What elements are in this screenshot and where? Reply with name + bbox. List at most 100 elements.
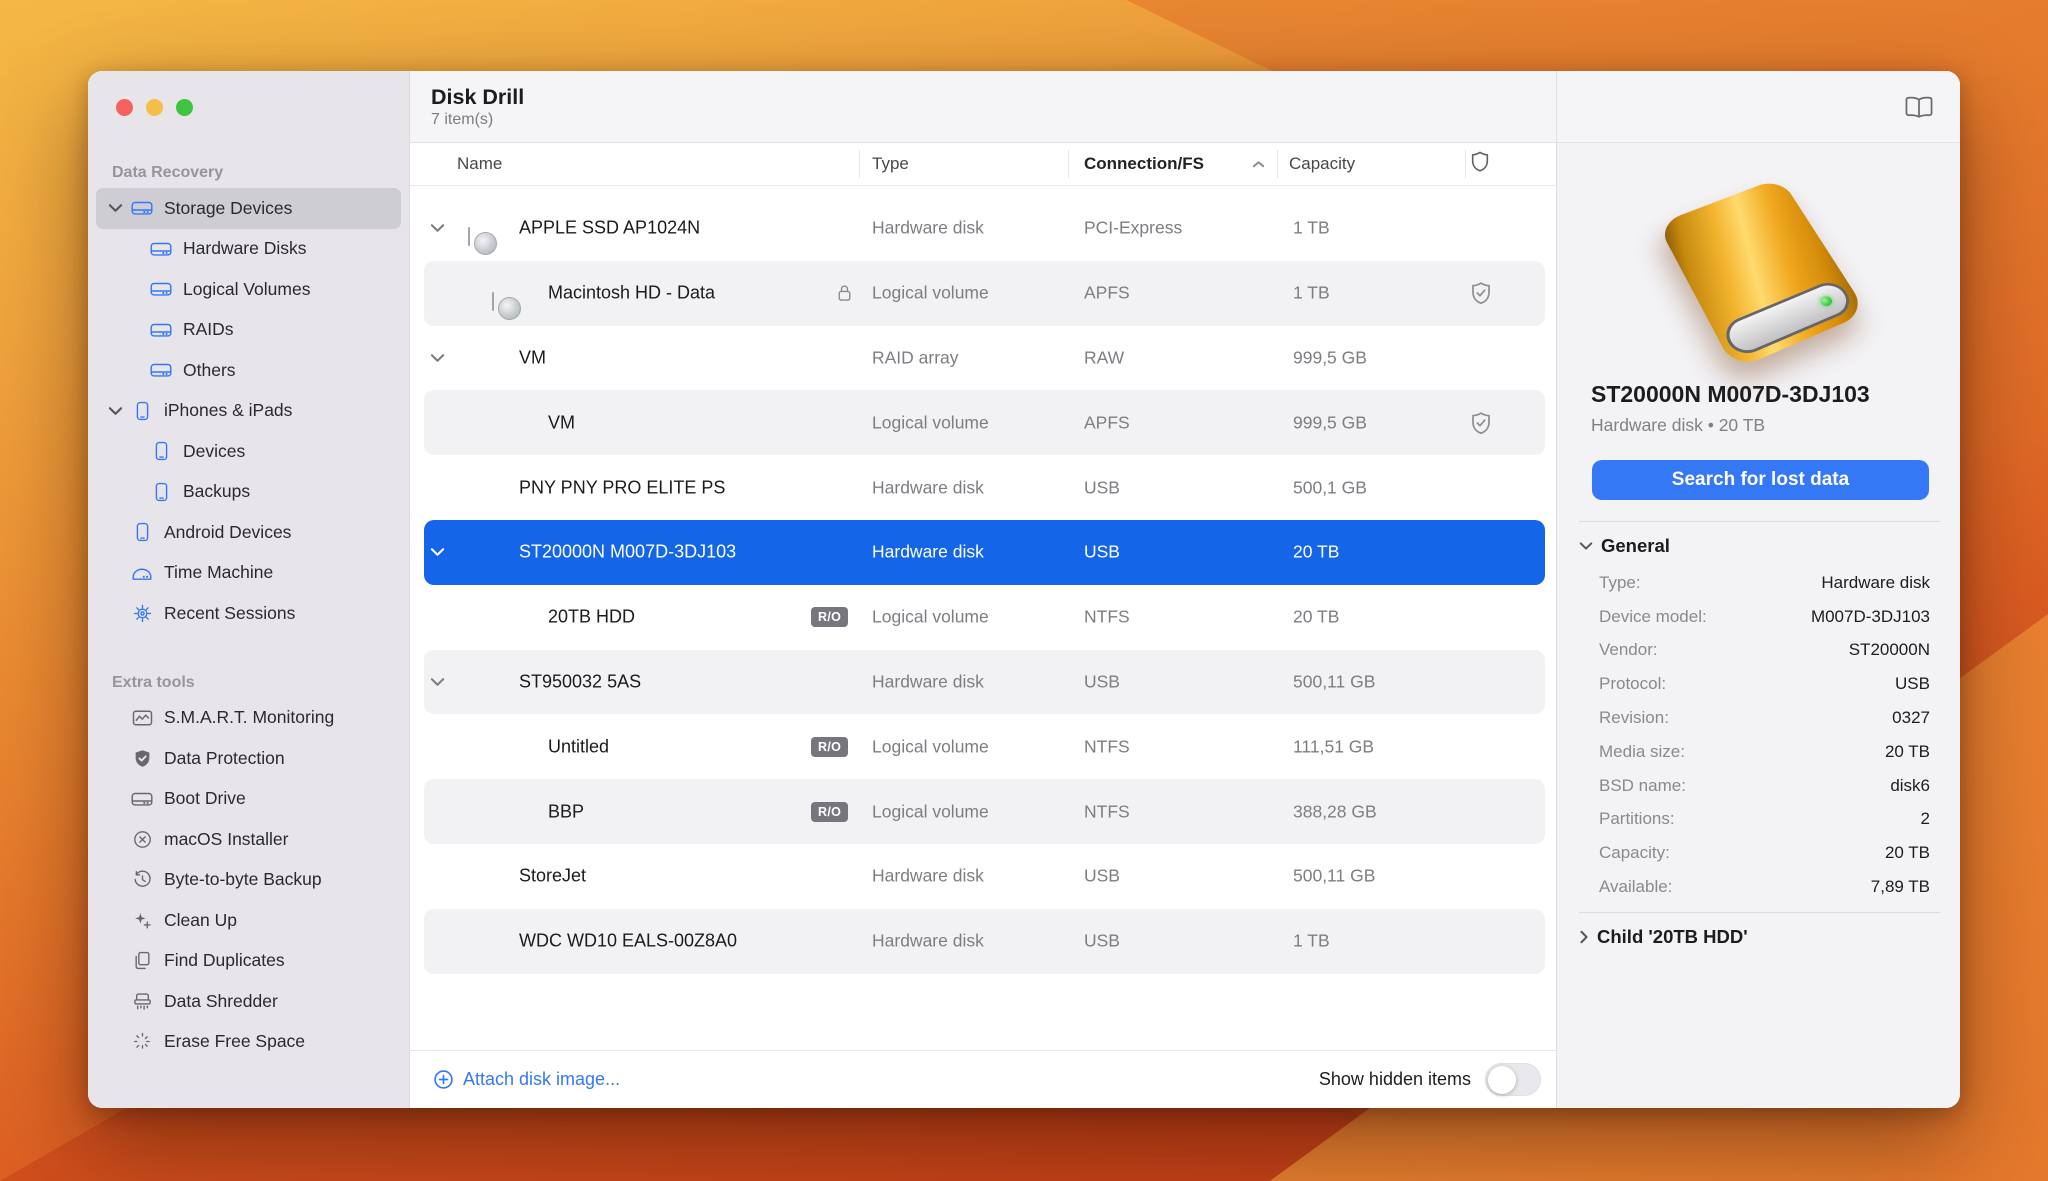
disclosure-chevron-down-icon[interactable]	[430, 547, 445, 557]
device-details: Type: Hardware disk Device model: M007D-3DJ…	[1557, 566, 1960, 904]
knowledge-base-book-icon[interactable]	[1904, 95, 1934, 118]
drive-icon	[130, 199, 154, 217]
table-row-pny-pny-pro-elite-ps[interactable]: PNY PNY PRO ELITE PS Hardware disk USB 500,…	[410, 455, 1556, 520]
sidebar-item-android-devices[interactable]: Android Devices	[96, 512, 401, 553]
sidebar-item-storage-devices[interactable]: Storage Devices	[96, 188, 401, 229]
device-type: Hardware disk	[872, 671, 984, 692]
page-title: Disk Drill	[431, 84, 525, 109]
attach-disk-image-link[interactable]: Attach disk image...	[433, 1069, 620, 1090]
sidebar-item-find-duplicates[interactable]: Find Duplicates	[96, 941, 401, 982]
device-connection: USB	[1084, 930, 1120, 951]
sidebar-item-label: Time Machine	[164, 562, 274, 583]
device-capacity: 500,11 GB	[1293, 671, 1376, 692]
read-only-badge: R/O	[811, 736, 849, 757]
column-header-capacity[interactable]: Capacity	[1289, 154, 1355, 174]
sidebar-item-backups[interactable]: Backups	[96, 472, 401, 513]
sidebar-item-hardware-disks[interactable]: Hardware Disks	[96, 229, 401, 270]
minimize-button[interactable]	[146, 99, 163, 116]
table-header: Name Type Connection/FS Capacity	[410, 143, 1556, 186]
device-capacity: 20 TB	[1293, 541, 1340, 562]
device-capacity: 1 TB	[1293, 930, 1330, 951]
table-row-vm[interactable]: VM RAID array RAW 999,5 GB	[410, 326, 1556, 391]
sidebar-item-devices[interactable]: Devices	[96, 431, 401, 472]
column-header-name[interactable]: Name	[457, 154, 502, 174]
table-row-macintosh-hd-data[interactable]: Macintosh HD - Data Logical volume APFS 1 T…	[410, 260, 1556, 326]
table-row-vm[interactable]: VM Logical volume APFS 999,5 GB	[410, 390, 1556, 456]
device-connection: USB	[1084, 541, 1120, 562]
device-capacity: 1 TB	[1293, 217, 1330, 238]
sidebar-item-logical-volumes[interactable]: Logical Volumes	[96, 269, 401, 310]
table-row-untitled[interactable]: Untitled R/O Logical volume NTFS 111,51 GB	[410, 714, 1556, 779]
disclosure-chevron-down-icon[interactable]	[430, 223, 445, 233]
device-type: Logical volume	[872, 606, 989, 627]
child-section-header[interactable]: Child '20TB HDD'	[1579, 926, 1940, 948]
disclosure-chevron-down-icon[interactable]	[430, 353, 445, 363]
sidebar-item-byte-to-byte-backup[interactable]: Byte-to-byte Backup	[96, 860, 401, 901]
sidebar-item-label: macOS Installer	[164, 828, 289, 849]
sidebar-item-label: Android Devices	[164, 521, 292, 542]
column-header-connection[interactable]: Connection/FS	[1084, 154, 1204, 174]
duplicates-icon	[130, 951, 154, 970]
device-type: RAID array	[872, 347, 959, 368]
sidebar-item-others[interactable]: Others	[96, 350, 401, 391]
search-for-lost-data-button[interactable]: Search for lost data	[1592, 460, 1929, 500]
sidebar-item-label: Backups	[183, 481, 251, 502]
sidebar-item-data-shredder[interactable]: Data Shredder	[96, 981, 401, 1022]
inspector-toolbar	[1557, 71, 1960, 143]
column-divider	[859, 150, 860, 178]
disclosure-chevron-down-icon[interactable]	[430, 677, 445, 687]
show-hidden-toggle[interactable]	[1485, 1063, 1541, 1096]
device-name: Untitled	[548, 736, 610, 757]
detail-row-revision: Revision: 0327	[1557, 701, 1960, 735]
detail-row-device-model: Device model: M007D-3DJ103	[1557, 600, 1960, 634]
sidebar-item-erase-free-space[interactable]: Erase Free Space	[96, 1022, 401, 1063]
read-only-badge: R/O	[811, 607, 849, 628]
detail-row-media-size: Media size: 20 TB	[1557, 735, 1960, 769]
table-row-20tb-hdd[interactable]: 20TB HDD R/O Logical volume NTFS 20 TB	[410, 585, 1556, 650]
sidebar-item-iphones-ipads[interactable]: iPhones & iPads	[96, 391, 401, 432]
main-panel: Disk Drill 7 item(s) Name Type Connectio…	[410, 71, 1556, 1108]
device-name: Macintosh HD - Data	[548, 282, 716, 303]
sidebar-item-label: Data Protection	[164, 747, 285, 768]
device-type: Logical volume	[872, 801, 989, 822]
sidebar-item-recent-sessions[interactable]: Recent Sessions	[96, 593, 401, 634]
sidebar-item-data-protection[interactable]: Data Protection	[96, 738, 401, 779]
history-icon	[130, 870, 154, 889]
device-connection: NTFS	[1084, 736, 1130, 757]
column-header-type[interactable]: Type	[872, 154, 909, 174]
gear-icon	[130, 604, 154, 623]
disk-drill-window: Data Recovery Storage Devices Hardware Dis…	[88, 71, 1960, 1108]
shield-check-icon	[1469, 410, 1493, 436]
sidebar-item-label: Data Shredder	[164, 990, 278, 1011]
zoom-button[interactable]	[176, 99, 193, 116]
chevron-down-icon[interactable]	[108, 203, 130, 213]
sidebar-section-label-extra-tools: Extra tools	[112, 673, 195, 691]
sidebar-item-label: Erase Free Space	[164, 1031, 306, 1052]
internal-disk-icon	[468, 227, 470, 247]
chevron-down-icon[interactable]	[108, 406, 130, 416]
sidebar-item-macos-installer[interactable]: macOS Installer	[96, 819, 401, 860]
table-row-st950032-5as[interactable]: ST950032 5AS Hardware disk USB 500,11 GB	[410, 649, 1556, 715]
detail-label: Capacity:	[1599, 843, 1670, 863]
device-connection: USB	[1084, 477, 1120, 498]
table-row-bbp[interactable]: BBP R/O Logical volume NTFS 388,28 GB	[410, 779, 1556, 844]
detail-value: 0327	[1892, 708, 1930, 728]
sidebar-item-boot-drive[interactable]: Boot Drive	[96, 779, 401, 820]
table-row-st20000n-m007d-3dj103[interactable]: ST20000N M007D-3DJ103 Hardware disk USB 20 …	[410, 519, 1556, 585]
table-row-wdc-wd10-eals-00z8a0[interactable]: WDC WD10 EALS-00Z8A0 Hardware disk USB 1 TB	[410, 908, 1556, 974]
close-button[interactable]	[116, 99, 133, 116]
general-section-header[interactable]: General	[1579, 535, 1940, 557]
device-capacity: 388,28 GB	[1293, 801, 1377, 822]
titlebar: Disk Drill 7 item(s)	[410, 71, 1556, 143]
table-row-storejet[interactable]: StoreJet Hardware disk USB 500,11 GB	[410, 844, 1556, 909]
sidebar-item-clean-up[interactable]: Clean Up	[96, 900, 401, 941]
erase-icon	[130, 1032, 154, 1051]
sidebar-item-time-machine[interactable]: Time Machine	[96, 553, 401, 594]
detail-label: Available:	[1599, 877, 1673, 897]
device-capacity: 500,1 GB	[1293, 477, 1367, 498]
smart-icon	[130, 709, 154, 727]
sidebar-item-s-m-a-r-t-monitoring[interactable]: S.M.A.R.T. Monitoring	[96, 698, 401, 739]
table-row-apple-ssd-ap1024n[interactable]: APPLE SSD AP1024N Hardware disk PCI-Expres…	[410, 196, 1556, 261]
sidebar-item-raids[interactable]: RAIDs	[96, 310, 401, 351]
drive-icon	[149, 280, 173, 298]
